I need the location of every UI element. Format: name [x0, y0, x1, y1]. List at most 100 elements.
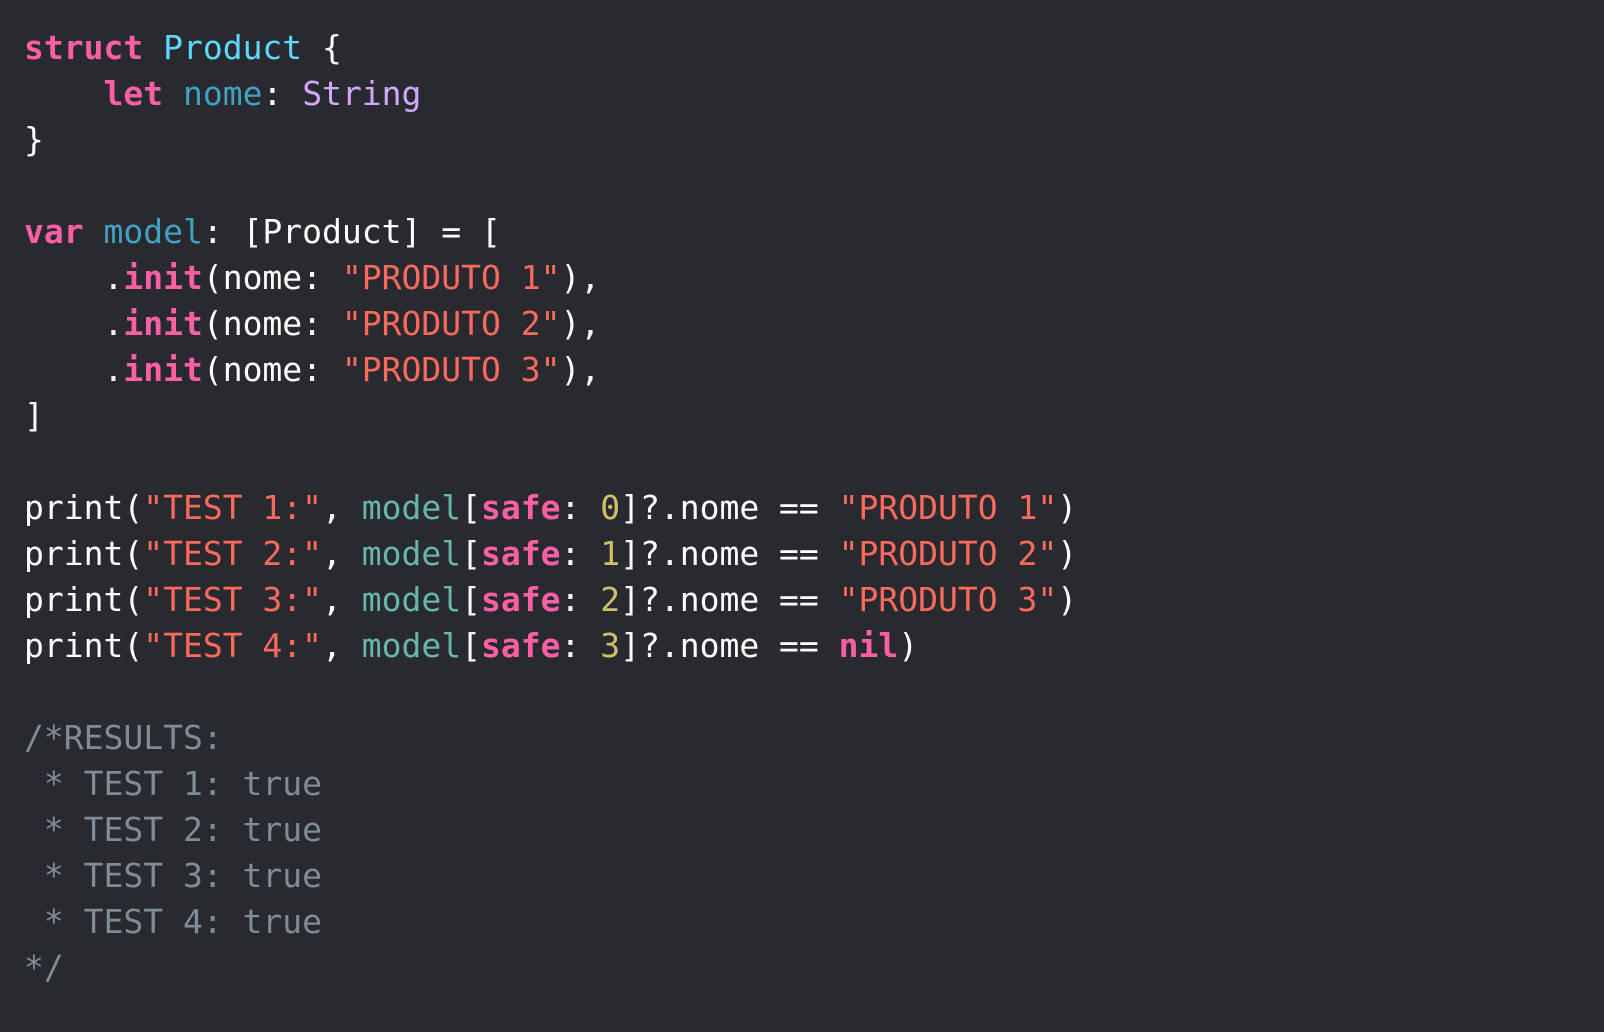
code-line: print("TEST 4:", model[safe: 3]?.nome ==… [24, 623, 1604, 669]
token-string: "TEST 3:" [143, 580, 323, 619]
token-plain: : [Product] = [ [202, 212, 501, 251]
token-plain: [ [461, 534, 481, 573]
token-plain: ) [898, 626, 919, 665]
token-plain: ), [560, 258, 601, 297]
token-plain: ), [560, 350, 601, 389]
token-keyword: init [123, 304, 203, 343]
token-keyword: safe [481, 580, 561, 619]
token-number: 2 [600, 580, 621, 619]
code-line: .init(nome: "PRODUTO 2"), [24, 301, 1604, 347]
token-plain: ]?.nome == [620, 488, 839, 527]
token-plain: , [322, 580, 362, 619]
token-keyword: safe [481, 488, 561, 527]
token-plain: . [24, 258, 124, 297]
token-project-var: model [361, 488, 462, 527]
token-plain: , [322, 488, 362, 527]
token-plain: ) [1057, 534, 1078, 573]
token-string: "PRODUTO 3" [838, 580, 1058, 619]
token-string: "PRODUTO 1" [341, 258, 561, 297]
code-line: .init(nome: "PRODUTO 3"), [24, 347, 1604, 393]
token-string: "TEST 1:" [143, 488, 323, 527]
token-keyword: init [123, 258, 203, 297]
token-project-var: model [361, 626, 462, 665]
token-plain: [ [461, 488, 481, 527]
token-type: String [302, 74, 422, 113]
token-comment: * TEST 2: true [24, 810, 323, 849]
token-plain: : [560, 626, 601, 665]
token-keyword: nil [838, 626, 899, 665]
token-plain: , [322, 626, 362, 665]
token-plain: (nome: [202, 304, 342, 343]
token-plain: ]?.nome == [620, 534, 839, 573]
token-plain: : [560, 580, 601, 619]
token-comment: * TEST 4: true [24, 902, 323, 941]
token-plain: ]?.nome == [620, 580, 839, 619]
token-comment: * TEST 3: true [24, 856, 323, 895]
code-line: ] [24, 393, 1604, 439]
token-plain: . [24, 350, 124, 389]
token-plain: [ [461, 626, 481, 665]
code-line: print("TEST 2:", model[safe: 1]?.nome ==… [24, 531, 1604, 577]
token-project-var: model [361, 580, 462, 619]
token-plain: . [24, 304, 124, 343]
token-plain: (nome: [202, 350, 342, 389]
code-line: struct Product { [24, 25, 1604, 71]
token-plain: { [302, 28, 342, 67]
token-comment: */ [24, 948, 64, 987]
code-line: print("TEST 3:", model[safe: 2]?.nome ==… [24, 577, 1604, 623]
code-line: let nome: String [24, 71, 1604, 117]
token-plain: : [560, 534, 601, 573]
token-string: "PRODUTO 1" [838, 488, 1058, 527]
token-plain: : [262, 74, 303, 113]
code-line: * TEST 3: true [24, 853, 1604, 899]
code-line: * TEST 4: true [24, 899, 1604, 945]
token-string: "TEST 4:" [143, 626, 323, 665]
code-editor[interactable]: struct Product { let nome: String} var m… [0, 0, 1604, 1032]
token-plain: ]?.nome == [620, 626, 839, 665]
code-line: /*RESULTS: [24, 715, 1604, 761]
token-plain: print( [24, 626, 144, 665]
code-line: } [24, 117, 1604, 163]
token-plain: } [24, 120, 44, 159]
token-plain: ) [1057, 580, 1078, 619]
token-comment: * TEST 1: true [24, 764, 323, 803]
token-string: "PRODUTO 2" [341, 304, 561, 343]
code-line: * TEST 1: true [24, 761, 1604, 807]
token-plain: print( [24, 580, 144, 619]
token-plain: print( [24, 488, 144, 527]
token-plain: ] [24, 396, 44, 435]
token-identifier: nome [182, 74, 263, 113]
token-keyword: struct [24, 28, 144, 67]
token-string: "PRODUTO 3" [341, 350, 561, 389]
token-number: 3 [600, 626, 621, 665]
token-string: "PRODUTO 2" [838, 534, 1058, 573]
token-number: 1 [600, 534, 621, 573]
token-plain: ), [560, 304, 601, 343]
code-line: var model: [Product] = [ [24, 209, 1604, 255]
code-line: * TEST 2: true [24, 807, 1604, 853]
token-plain: print( [24, 534, 144, 573]
token-plain: , [322, 534, 362, 573]
token-keyword: safe [481, 626, 561, 665]
token-keyword: safe [481, 534, 561, 573]
token-plain: [ [461, 580, 481, 619]
token-string: "TEST 2:" [143, 534, 323, 573]
token-plain: : [560, 488, 601, 527]
token-keyword: var [24, 212, 84, 251]
token-comment: /*RESULTS: [24, 718, 223, 757]
token-keyword: let [103, 74, 164, 113]
code-line: */ [24, 945, 1604, 991]
code-line: .init(nome: "PRODUTO 1"), [24, 255, 1604, 301]
token-plain: (nome: [202, 258, 342, 297]
token-keyword: init [123, 350, 203, 389]
token-identifier: model [103, 212, 203, 251]
token-plain: ) [1057, 488, 1078, 527]
token-number: 0 [600, 488, 621, 527]
